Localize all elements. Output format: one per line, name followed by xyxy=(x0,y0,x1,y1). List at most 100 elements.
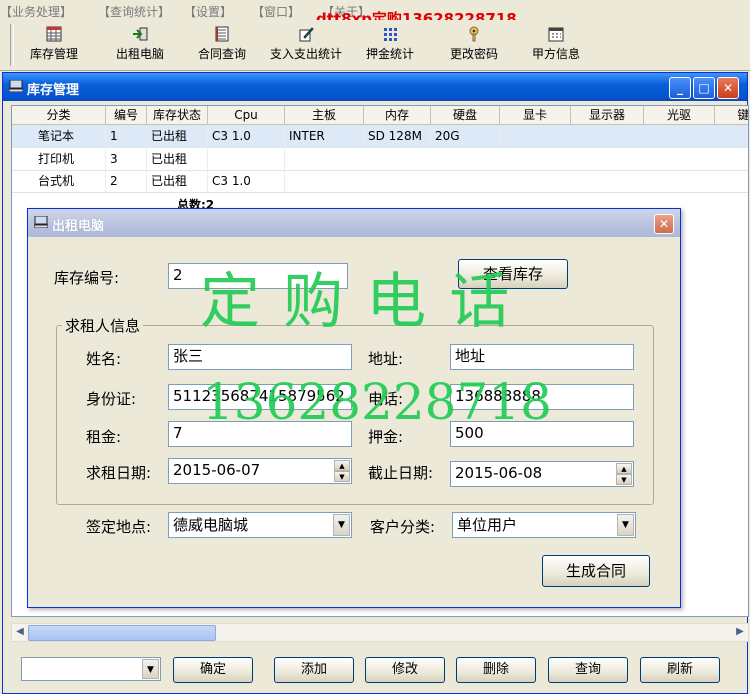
scroll-right-icon[interactable]: ▶ xyxy=(733,625,747,639)
close-icon[interactable]: ✕ xyxy=(654,214,674,234)
cell-cpu: C3 1.0 xyxy=(208,125,285,147)
generate-contract-button[interactable]: 生成合同 xyxy=(542,555,650,587)
rent-computer-dialog: 出租电脑 ✕ 库存编号: 2 查看库存 求租人信息 姓名: 张三 地址: 地址 … xyxy=(27,208,681,608)
chevron-down-icon[interactable]: ▼ xyxy=(617,514,634,536)
spin-down-icon[interactable]: ▼ xyxy=(334,471,350,482)
chevron-down-icon[interactable]: ▼ xyxy=(333,514,350,536)
customer-type-select[interactable]: 单位用户 ▼ xyxy=(452,512,636,538)
cell-category: 笔记本 xyxy=(12,125,106,147)
pencil-icon xyxy=(299,27,314,42)
sign-place-label: 签定地点: xyxy=(86,518,152,536)
refresh-button[interactable]: 刷新 xyxy=(640,657,720,683)
column-header[interactable]: Cpu xyxy=(208,106,285,124)
customer-type-label: 客户分类: xyxy=(370,518,436,536)
table-header: 分类 编号 库存状态 Cpu 主板 内存 硬盘 显卡 显示器 光驱 键 xyxy=(12,106,748,125)
spin-up-icon[interactable]: ▲ xyxy=(334,460,350,471)
cell-category: 打印机 xyxy=(12,148,106,170)
table-row[interactable]: 打印机 3 已出租 xyxy=(12,148,748,171)
address-field[interactable]: 地址 xyxy=(450,344,634,370)
cell-id: 3 xyxy=(106,148,147,170)
spin-up-icon[interactable]: ▲ xyxy=(616,463,632,474)
add-button[interactable]: 添加 xyxy=(274,657,354,683)
column-header[interactable]: 分类 xyxy=(12,106,106,124)
column-header[interactable]: 光驱 xyxy=(644,106,715,124)
toolbar-separator xyxy=(10,24,14,66)
rent-label: 租金: xyxy=(86,428,122,446)
cell-status: 已出租 xyxy=(147,170,208,192)
menu-query-stats[interactable]: 【查询统计】 xyxy=(98,3,170,20)
column-header[interactable]: 库存状态 xyxy=(147,106,208,124)
minimize-button[interactable]: _ xyxy=(669,77,691,99)
stock-id-label: 库存编号: xyxy=(54,269,120,287)
cell-disk: 20G xyxy=(431,125,500,147)
start-date-label: 求租日期: xyxy=(86,464,152,482)
inventory-window-titlebar[interactable]: 库存管理 _ □ ✕ xyxy=(3,73,747,101)
party-info-button[interactable]: 甲方信息 xyxy=(520,26,592,68)
maximize-button[interactable]: □ xyxy=(693,77,715,99)
date-spinner[interactable]: ▲ ▼ xyxy=(334,460,350,482)
dialog-titlebar[interactable]: 出租电脑 ✕ xyxy=(28,209,680,237)
cell-id: 2 xyxy=(106,170,147,192)
id-card-label: 身份证: xyxy=(86,390,137,408)
cell-memory: SD 128M xyxy=(364,125,431,147)
arrow-icon xyxy=(133,27,148,41)
scroll-thumb[interactable] xyxy=(28,625,216,641)
grid-icon xyxy=(46,26,62,42)
end-date-picker[interactable]: 2015-06-08 ▲ ▼ xyxy=(450,461,634,487)
column-header[interactable]: 内存 xyxy=(364,106,431,124)
column-header[interactable]: 编号 xyxy=(106,106,147,124)
dots-icon xyxy=(384,28,397,41)
rent-computer-button[interactable]: 出租电脑 xyxy=(104,26,176,68)
order-phone-watermark: 定 购 电 话 xyxy=(200,267,512,337)
column-header[interactable]: 显卡 xyxy=(500,106,571,124)
table-row[interactable]: 台式机 2 已出租 C3 1.0 xyxy=(12,170,748,193)
cell-board: INTER xyxy=(285,125,364,147)
toolbar: 库存管理 出租电脑 合同查询 支入支出统计 押金统计 更改密码 甲方信息 xyxy=(0,20,750,71)
cell-status: 已出租 xyxy=(147,148,208,170)
column-header[interactable]: 主板 xyxy=(285,106,364,124)
deposit-stats-button[interactable]: 押金统计 xyxy=(354,26,426,68)
edit-button[interactable]: 修改 xyxy=(365,657,445,683)
menu-bar: 【业务处理】 【查询统计】 【设置】 【窗口】 【关于】 dtt8xp定购136… xyxy=(0,0,750,28)
menu-settings[interactable]: 【设置】 xyxy=(184,3,232,20)
query-button[interactable]: 查询 xyxy=(548,657,628,683)
confirm-button[interactable]: 确定 xyxy=(173,657,253,683)
phone-number-watermark: 13628228718 xyxy=(202,373,552,431)
cell-cpu: C3 1.0 xyxy=(208,170,285,192)
computer-icon xyxy=(9,80,23,92)
start-date-picker[interactable]: 2015-06-07 ▲ ▼ xyxy=(168,458,352,484)
cell-cpu xyxy=(208,148,285,170)
close-button[interactable]: ✕ xyxy=(717,77,739,99)
scroll-left-icon[interactable]: ◀ xyxy=(13,625,27,639)
horizontal-scrollbar[interactable]: ◀ ▶ xyxy=(11,623,749,642)
date-spinner[interactable]: ▲ ▼ xyxy=(616,463,632,485)
column-header[interactable]: 硬盘 xyxy=(431,106,500,124)
customer-type-value: 单位用户 xyxy=(457,516,518,534)
address-label: 地址: xyxy=(368,350,404,368)
end-date-label: 截止日期: xyxy=(368,464,434,482)
income-expense-button-label: 支入支出统计 xyxy=(269,47,342,61)
calendar-icon xyxy=(548,27,564,42)
inventory-button[interactable]: 库存管理 xyxy=(18,26,90,68)
cell-status: 已出租 xyxy=(147,125,208,147)
sign-place-select[interactable]: 德威电脑城 ▼ xyxy=(168,512,352,538)
change-password-button[interactable]: 更改密码 xyxy=(438,26,510,68)
renter-info-title: 求租人信息 xyxy=(62,315,144,336)
column-header[interactable]: 显示器 xyxy=(571,106,644,124)
start-date-value: 2015-06-07 xyxy=(173,461,261,479)
cell-category: 台式机 xyxy=(12,170,106,192)
filter-combo[interactable]: ▼ xyxy=(21,657,161,681)
menu-business[interactable]: 【业务处理】 xyxy=(0,3,72,20)
delete-button[interactable]: 删除 xyxy=(456,657,536,683)
spin-down-icon[interactable]: ▼ xyxy=(616,474,632,485)
sign-place-value: 德威电脑城 xyxy=(173,516,249,534)
contract-query-button[interactable]: 合同查询 xyxy=(186,26,258,68)
chevron-down-icon[interactable]: ▼ xyxy=(142,659,159,679)
name-field[interactable]: 张三 xyxy=(168,344,352,370)
key-icon xyxy=(469,26,479,42)
income-expense-button[interactable]: 支入支出统计 xyxy=(262,26,350,68)
dialog-title: 出租电脑 xyxy=(52,219,105,234)
table-row[interactable]: 笔记本 1 已出租 C3 1.0 INTER SD 128M 20G xyxy=(12,125,748,148)
column-header[interactable]: 键 xyxy=(715,106,748,124)
menu-window[interactable]: 【窗口】 xyxy=(252,3,300,20)
